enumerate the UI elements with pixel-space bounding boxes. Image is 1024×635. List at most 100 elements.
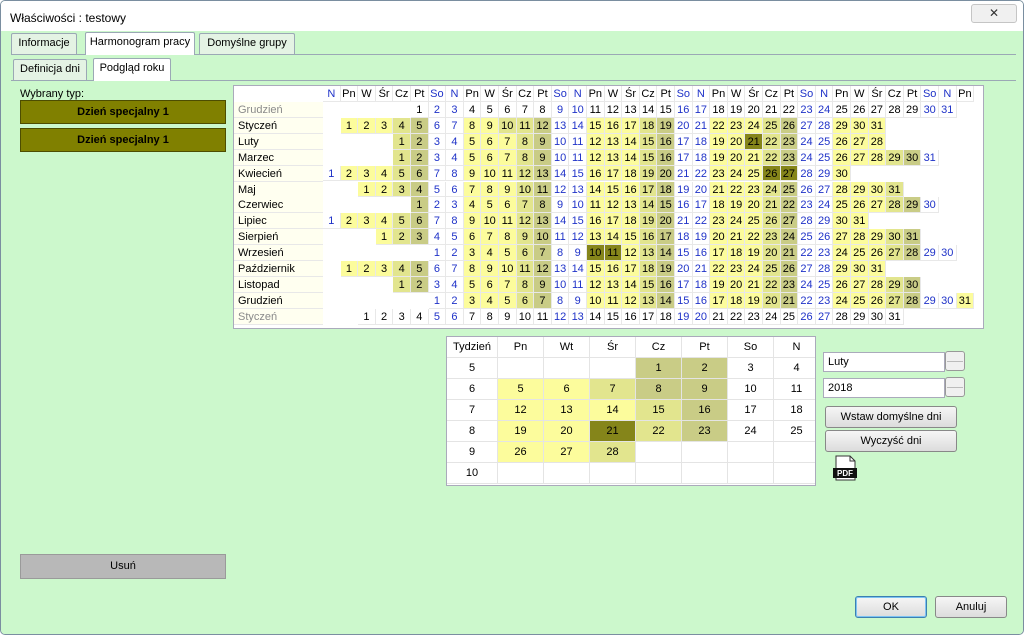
year-day-cell[interactable]: 24: [815, 197, 834, 214]
year-day-cell[interactable]: 8: [481, 181, 499, 198]
year-day-cell[interactable]: 31: [886, 308, 904, 325]
month-day-cell[interactable]: 1: [636, 358, 682, 379]
year-day-cell[interactable]: 20: [710, 229, 728, 246]
year-day-cell[interactable]: 27: [868, 102, 887, 118]
year-day-cell[interactable]: 1: [393, 276, 411, 293]
month-day-cell[interactable]: 9: [682, 379, 728, 400]
year-day-cell[interactable]: 31: [851, 213, 869, 230]
year-day-cell[interactable]: 20: [727, 149, 746, 166]
year-day-cell[interactable]: 26: [868, 245, 887, 261]
year-day-cell[interactable]: 20: [727, 133, 746, 150]
year-day-cell[interactable]: 12: [622, 292, 640, 309]
year-day-cell[interactable]: 27: [798, 261, 816, 277]
year-day-cell[interactable]: 14: [622, 149, 640, 166]
year-day-cell[interactable]: 12: [551, 308, 570, 325]
year-day-cell[interactable]: 10: [551, 276, 570, 293]
year-day-cell[interactable]: 28: [798, 213, 816, 230]
year-day-cell[interactable]: 27: [886, 245, 904, 261]
year-day-cell[interactable]: 17: [710, 292, 728, 309]
year-day-cell[interactable]: 9: [534, 149, 552, 166]
year-day-cell[interactable]: 6: [499, 102, 517, 118]
year-day-cell[interactable]: 2: [358, 261, 376, 277]
year-day-cell[interactable]: 6: [516, 292, 535, 309]
year-day-cell[interactable]: 26: [833, 149, 851, 166]
year-day-cell[interactable]: 5: [499, 245, 517, 261]
year-day-cell[interactable]: 14: [551, 213, 570, 230]
year-day-cell[interactable]: 21: [675, 165, 693, 182]
year-day-cell[interactable]: 8: [551, 245, 570, 261]
year-day-cell[interactable]: 31: [921, 149, 939, 166]
year-day-cell[interactable]: 17: [675, 276, 693, 293]
year-day-cell[interactable]: 11: [604, 292, 623, 309]
year-day-cell[interactable]: 25: [833, 102, 851, 118]
year-day-cell[interactable]: 29: [921, 292, 939, 309]
month-day-cell[interactable]: 18: [774, 400, 815, 421]
year-day-cell[interactable]: 24: [727, 213, 746, 230]
year-day-cell[interactable]: 29: [815, 165, 834, 182]
year-day-cell[interactable]: 24: [815, 102, 834, 118]
year-day-cell[interactable]: 28: [798, 165, 816, 182]
year-day-cell[interactable]: 19: [657, 117, 675, 134]
year-day-cell[interactable]: 15: [675, 245, 693, 261]
year-day-cell[interactable]: 3: [463, 245, 482, 261]
year-day-cell[interactable]: 19: [675, 181, 693, 198]
month-day-cell[interactable]: 20: [544, 421, 590, 442]
year-day-cell[interactable]: 18: [622, 165, 640, 182]
year-day-cell[interactable]: 2: [411, 276, 429, 293]
year-day-cell[interactable]: 5: [481, 102, 499, 118]
year-day-cell[interactable]: 2: [375, 181, 394, 198]
year-day-cell[interactable]: 29: [833, 261, 851, 277]
year-day-cell[interactable]: 7: [516, 197, 535, 214]
year-day-cell[interactable]: 10: [569, 197, 587, 214]
year-day-cell[interactable]: 19: [710, 276, 728, 293]
subtab-definicja-dni[interactable]: Definicja dni: [13, 59, 87, 80]
year-day-cell[interactable]: 14: [657, 245, 675, 261]
month-day-cell[interactable]: 23: [682, 421, 728, 442]
year-day-cell[interactable]: 4: [411, 308, 429, 325]
year-day-cell[interactable]: 13: [604, 276, 623, 293]
year-day-cell[interactable]: 5: [393, 213, 411, 230]
year-day-cell[interactable]: 22: [727, 308, 746, 325]
year-day-cell[interactable]: 21: [745, 276, 763, 293]
year-day-cell[interactable]: 8: [499, 229, 517, 246]
year-day-cell[interactable]: 8: [463, 261, 482, 277]
year-day-cell[interactable]: 17: [639, 308, 658, 325]
type-button-special-day-1-alt[interactable]: Dzień specjalny 1: [20, 128, 226, 152]
year-day-cell[interactable]: 23: [745, 181, 763, 198]
year-day-cell[interactable]: 12: [604, 102, 623, 118]
year-day-cell[interactable]: 5: [446, 229, 464, 246]
month-spin-button[interactable]: [945, 351, 965, 371]
year-day-cell[interactable]: 16: [587, 213, 605, 230]
year-day-cell[interactable]: 26: [763, 165, 781, 182]
year-day-cell[interactable]: 7: [499, 276, 517, 293]
month-day-cell[interactable]: 6: [544, 379, 590, 400]
year-day-cell[interactable]: 25: [833, 197, 851, 214]
year-day-cell[interactable]: 27: [815, 308, 834, 325]
year-day-cell[interactable]: 9: [481, 117, 499, 134]
year-day-cell[interactable]: 15: [639, 133, 658, 150]
year-day-cell[interactable]: 1: [323, 213, 341, 230]
year-day-cell[interactable]: 6: [428, 117, 447, 134]
year-day-cell[interactable]: 15: [604, 181, 623, 198]
month-select[interactable]: Luty: [823, 352, 945, 372]
year-day-cell[interactable]: 23: [745, 308, 763, 325]
year-day-cell[interactable]: 22: [763, 276, 781, 293]
month-day-cell[interactable]: 12: [498, 400, 544, 421]
year-day-cell[interactable]: 5: [411, 261, 429, 277]
year-day-cell[interactable]: 11: [569, 276, 587, 293]
month-day-cell[interactable]: 7: [590, 379, 636, 400]
year-day-cell[interactable]: 18: [727, 292, 746, 309]
year-day-cell[interactable]: 22: [763, 149, 781, 166]
year-day-cell[interactable]: 15: [622, 229, 640, 246]
year-day-cell[interactable]: 10: [499, 261, 517, 277]
year-day-cell[interactable]: 4: [463, 102, 482, 118]
month-day-cell[interactable]: 25: [774, 421, 815, 442]
year-day-cell[interactable]: 11: [534, 308, 552, 325]
year-day-cell[interactable]: 18: [657, 308, 675, 325]
year-day-cell[interactable]: 24: [780, 229, 799, 246]
year-day-cell[interactable]: 5: [428, 308, 447, 325]
year-day-cell[interactable]: 19: [710, 133, 728, 150]
year-day-cell[interactable]: 29: [903, 102, 922, 118]
year-day-cell[interactable]: 8: [446, 165, 464, 182]
year-day-cell[interactable]: 9: [481, 261, 499, 277]
